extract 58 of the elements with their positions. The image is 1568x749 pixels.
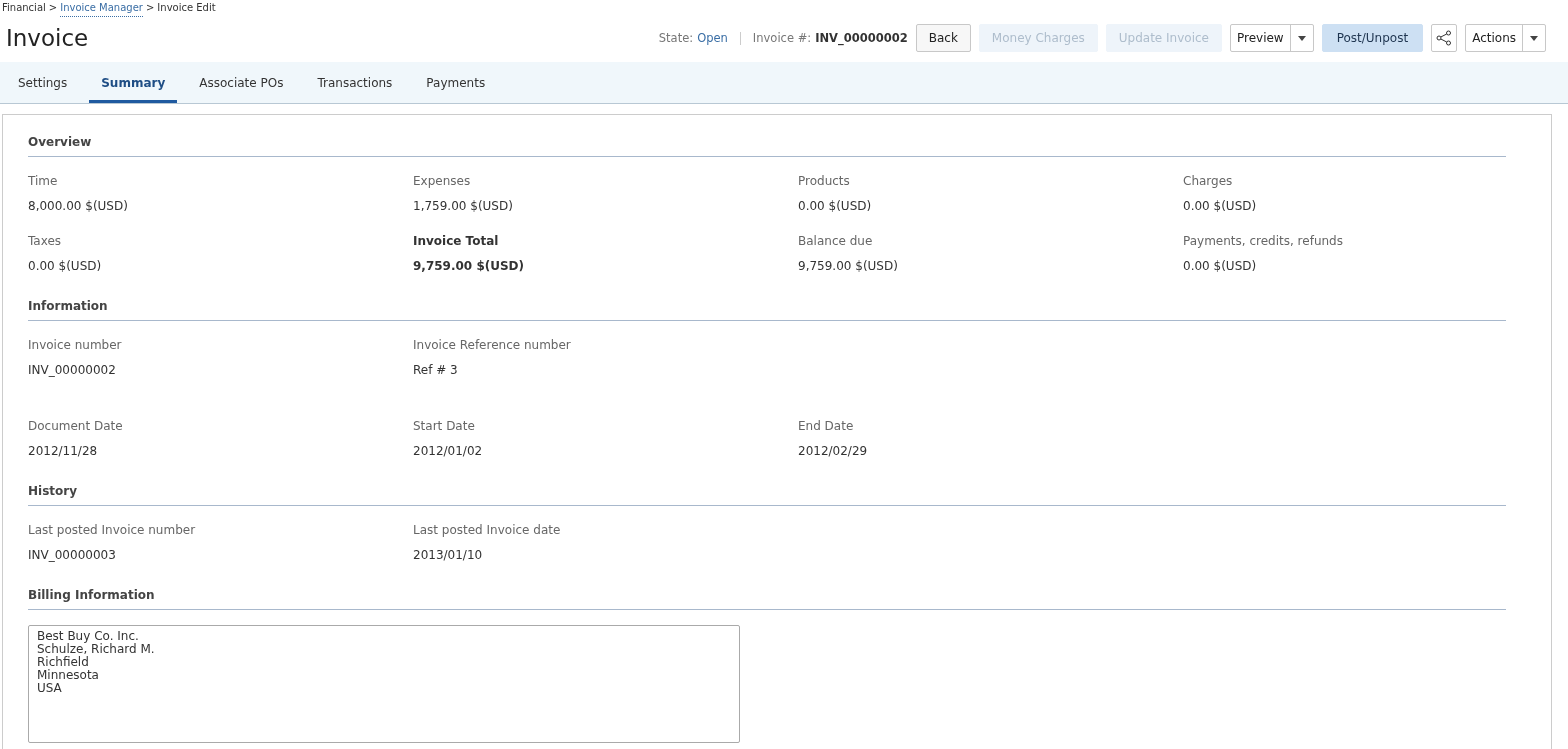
field-value: 0.00 $(USD): [28, 259, 102, 273]
section-heading: History: [28, 484, 1506, 506]
tab[interactable]: Transactions: [305, 62, 405, 103]
section-heading: Overview: [28, 135, 1506, 157]
field-label: Time: [28, 174, 58, 188]
breadcrumb-separator: >: [48, 2, 58, 15]
field-label: Expenses: [413, 174, 471, 188]
field-label: Invoice Total: [413, 234, 499, 248]
field-label: Balance due: [798, 234, 873, 248]
field-value: 2012/02/29: [798, 444, 868, 458]
field-label: Invoice number: [28, 338, 122, 352]
field-label: Document Date: [28, 419, 123, 433]
field-value: 0.00 $(USD): [1183, 259, 1257, 273]
share-button[interactable]: [1431, 24, 1458, 52]
button[interactable]: Back: [915, 24, 971, 52]
field-value: INV_00000003: [28, 548, 116, 562]
tab[interactable]: Payments: [414, 62, 498, 103]
invoice-number-value: INV_00000002: [815, 31, 908, 45]
state-label: State:: [658, 31, 694, 45]
tab[interactable]: Summary: [89, 62, 178, 103]
post-button[interactable]: Post/Unpost: [1321, 24, 1424, 52]
field-value: 2012/01/02: [413, 444, 483, 458]
field-label: Last posted Invoice number: [28, 523, 196, 537]
field-value: 1,759.00 $(USD): [413, 199, 513, 213]
field-value: 9,759.00 $(USD): [413, 259, 525, 273]
breadcrumb-item: Financial: [2, 2, 46, 15]
field-value: 0.00 $(USD): [1183, 199, 1257, 213]
breadcrumb-separator: >: [145, 2, 155, 15]
field-value: Ref # 3: [413, 363, 458, 377]
field-value: 2012/11/28: [28, 444, 98, 458]
field-value: 0.00 $(USD): [798, 199, 872, 213]
breadcrumb-link[interactable]: Invoice Manager: [60, 2, 143, 17]
field-label: Products: [798, 174, 850, 188]
field-label: Payments, credits, refunds: [1183, 234, 1343, 248]
invoice-number-label: Invoice #:: [752, 31, 812, 45]
section-heading: Information: [28, 299, 1506, 321]
field-label: End Date: [798, 419, 854, 433]
tab[interactable]: Associate POs: [187, 62, 296, 103]
tab[interactable]: Settings: [6, 62, 80, 103]
section-heading: Billing Information: [28, 588, 1506, 610]
state-value: Open: [697, 31, 728, 45]
share-icon: [1436, 30, 1453, 46]
caret-icon: [1530, 35, 1538, 41]
field-label: Start Date: [413, 419, 475, 433]
field-value: INV_00000002: [28, 363, 116, 377]
field-label: Invoice Reference number: [413, 338, 571, 352]
billing-address-field[interactable]: Best Buy Co. Inc. Schulze, Richard M. Richfield Minnesota USA: [28, 625, 740, 743]
field-label: Charges: [1183, 174, 1233, 188]
page-title: Invoice: [6, 25, 89, 51]
caret-icon: [1297, 35, 1306, 41]
field-value: 2013/01/10: [413, 548, 483, 562]
field-label: Taxes: [28, 234, 62, 248]
breadcrumb-item: Invoice Edit: [157, 2, 216, 15]
field-value: 9,759.00 $(USD): [798, 259, 898, 273]
field-value: 8,000.00 $(USD): [28, 199, 128, 213]
field-label: Last posted Invoice date: [413, 523, 561, 537]
dropdown-button[interactable]: Actions: [1465, 24, 1546, 52]
dropdown-button[interactable]: Preview: [1229, 24, 1314, 52]
